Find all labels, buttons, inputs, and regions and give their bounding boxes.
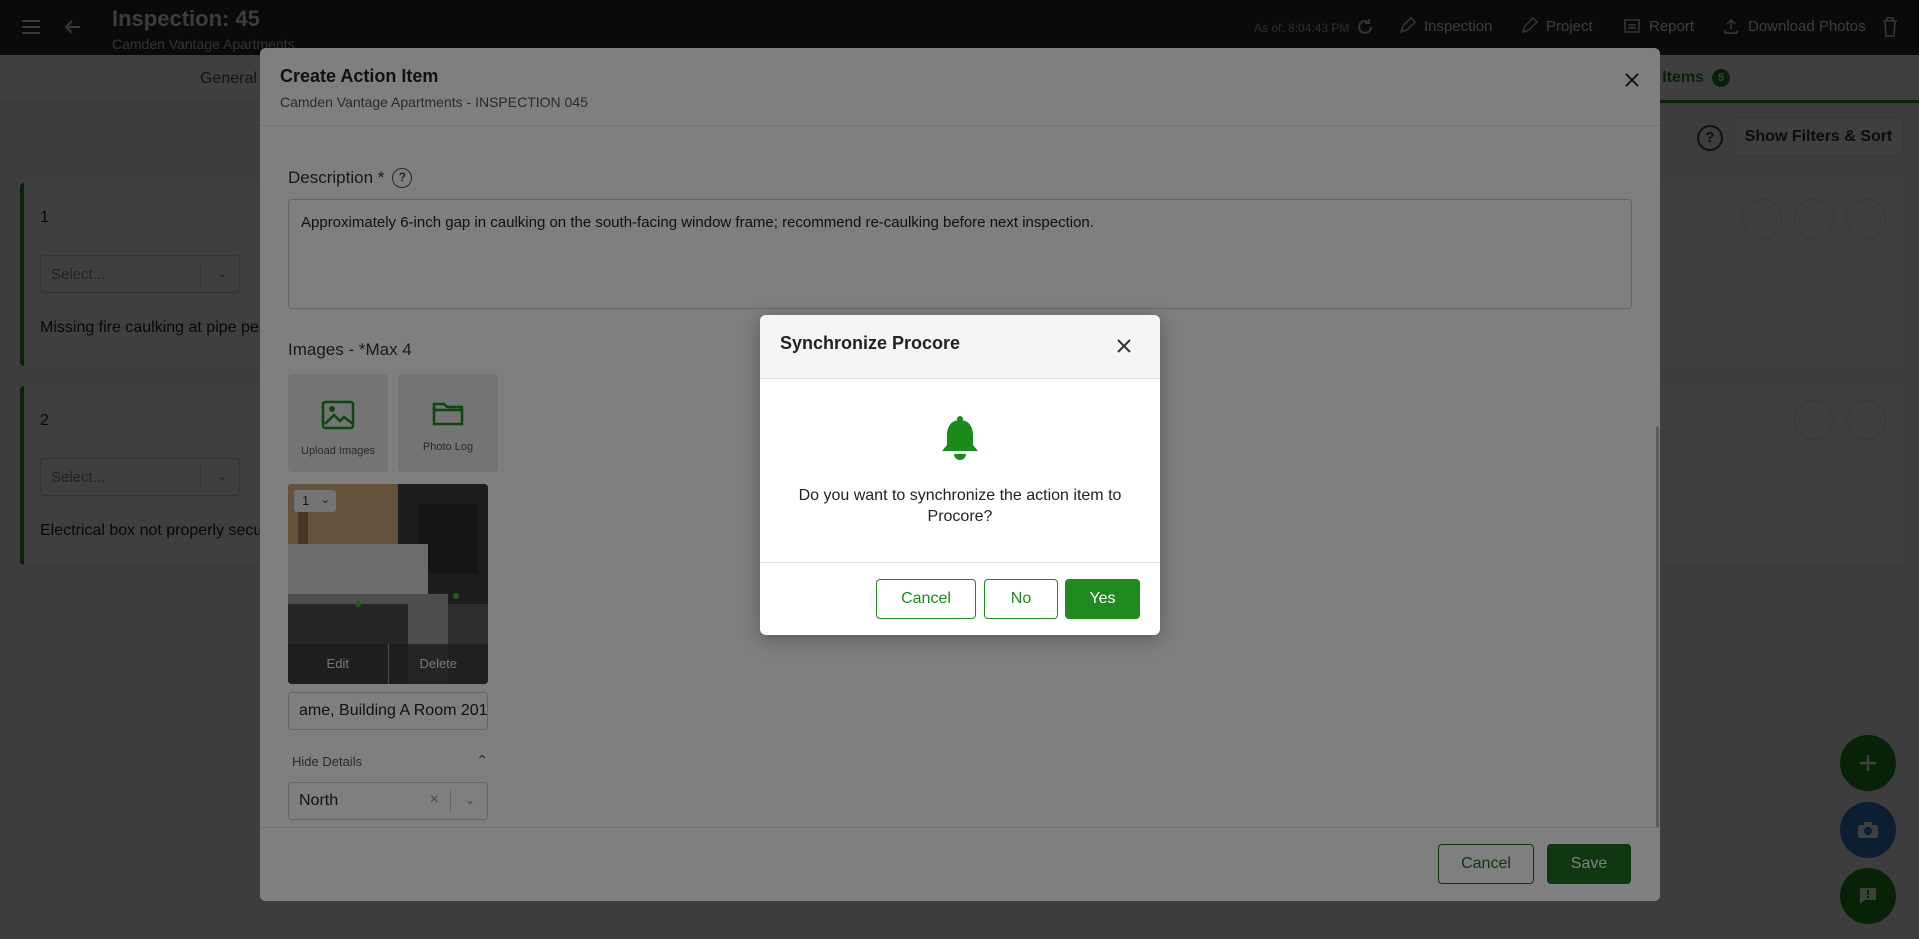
synchronize-procore-dialog: Synchronize Procore Do you want to synch… [760,315,1160,635]
bell-icon [942,416,978,460]
close-icon[interactable] [1115,337,1133,355]
cancel-button[interactable]: Cancel [876,579,976,619]
no-button[interactable]: No [984,579,1058,619]
yes-button[interactable]: Yes [1065,579,1140,619]
dialog-footer: Cancel No Yes [760,562,1160,635]
dialog-header: Synchronize Procore [760,315,1160,379]
dialog-title: Synchronize Procore [780,333,961,353]
dialog-message: Do you want to synchronize the action it… [798,487,1122,525]
